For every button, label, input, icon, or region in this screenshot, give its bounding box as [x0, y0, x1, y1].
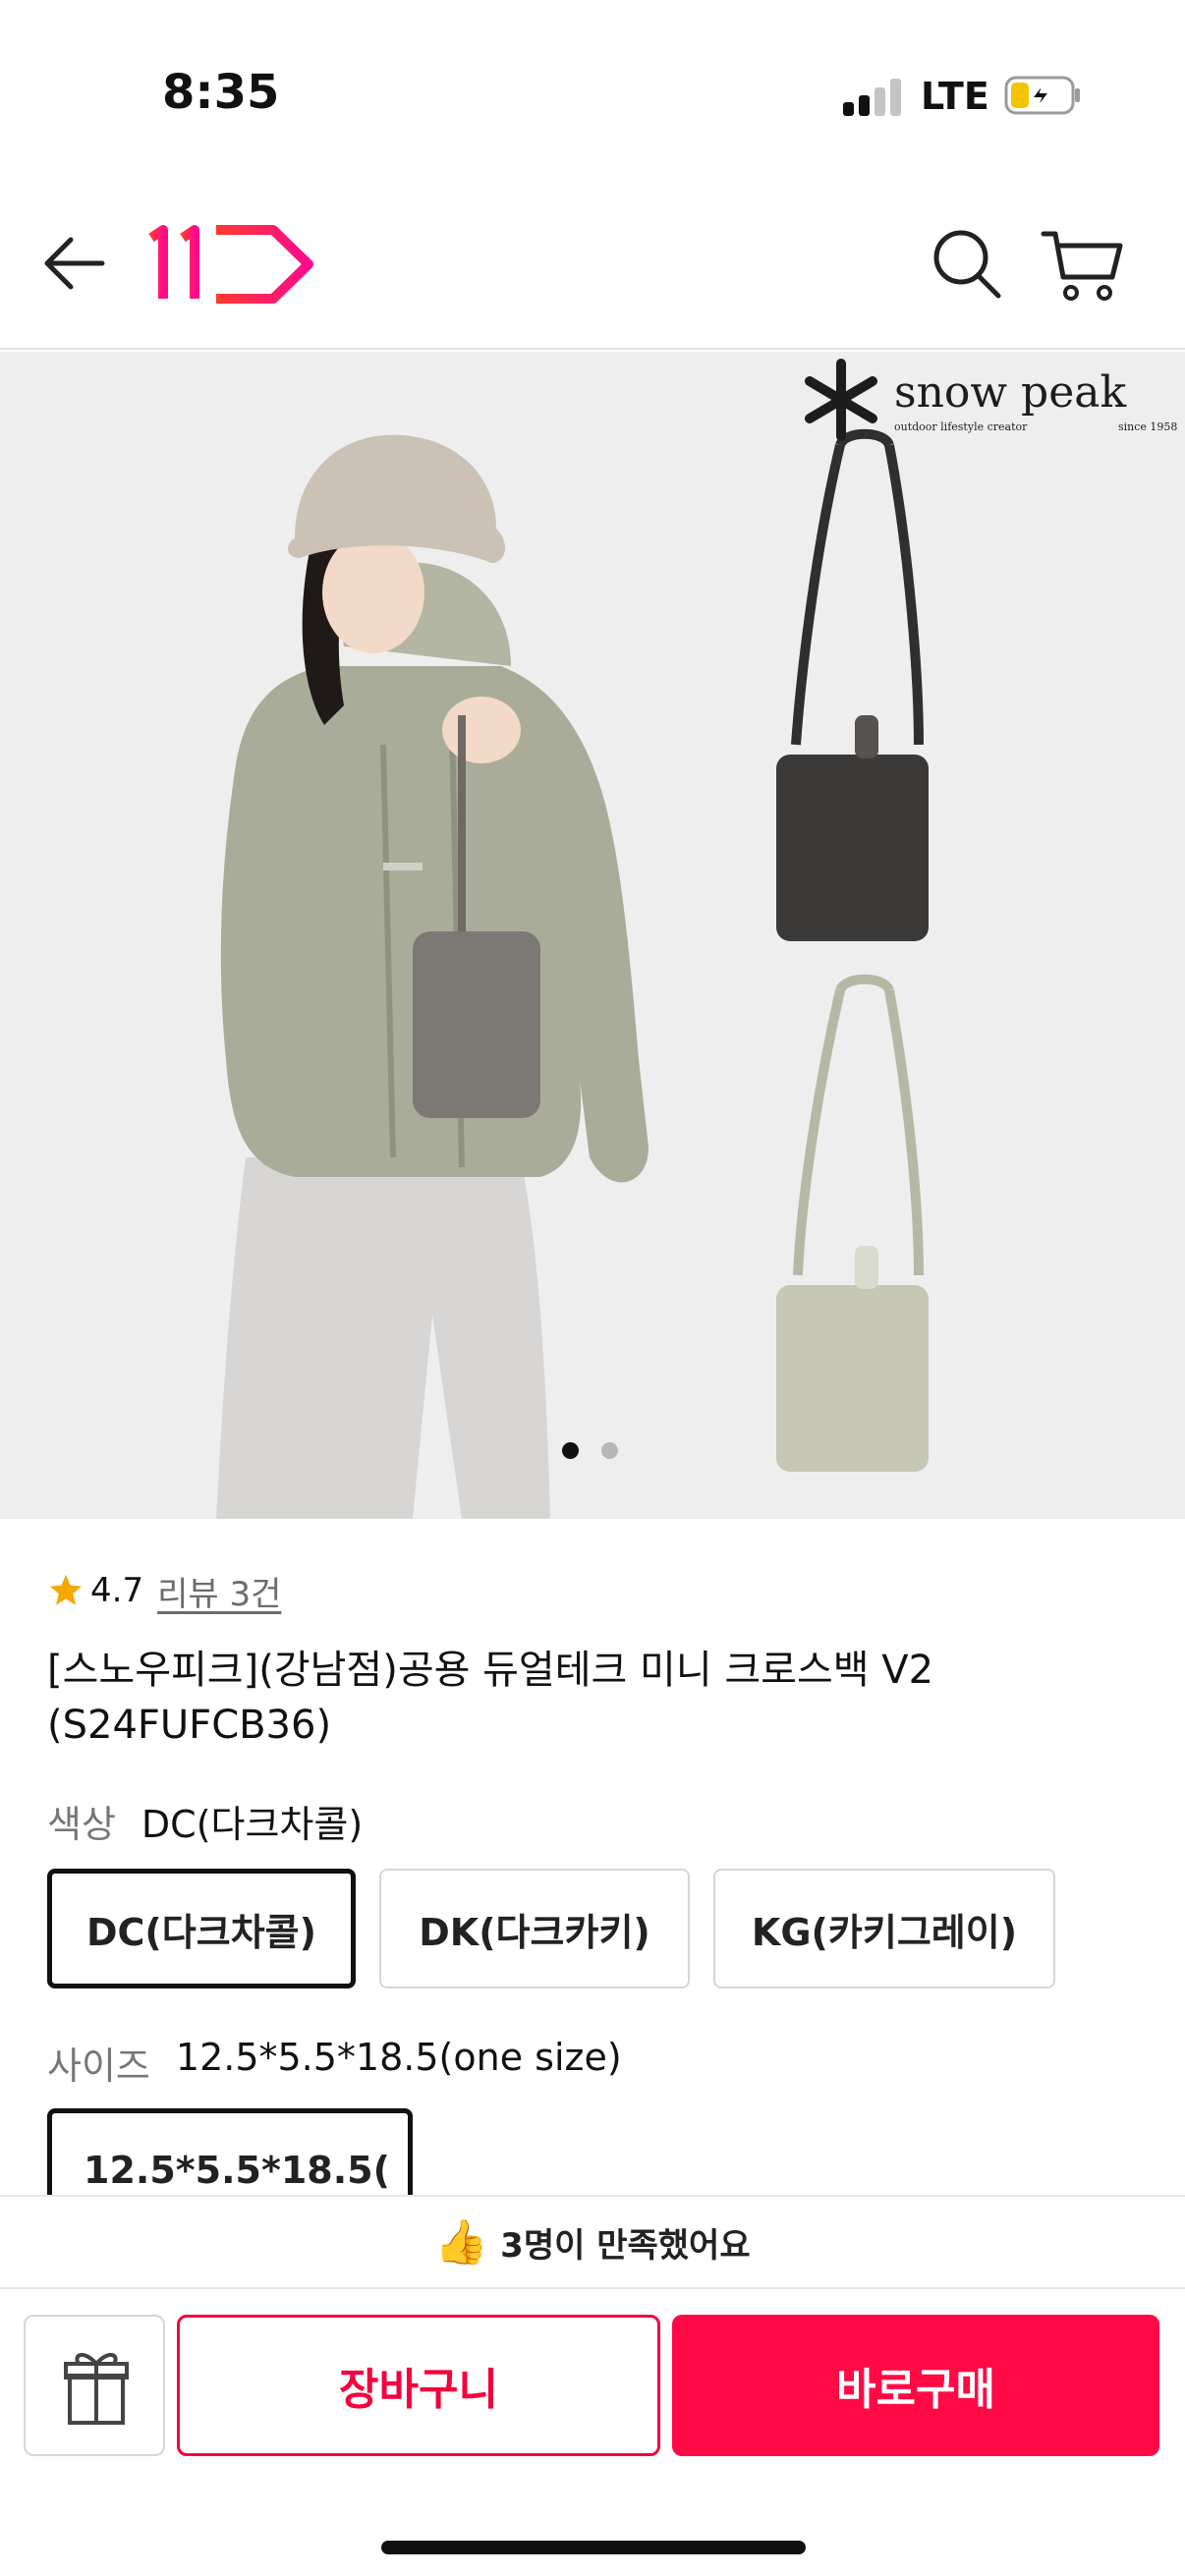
color-option-row: 색상 DC(다크차콜)	[47, 1794, 363, 1848]
status-bar: 8:35 LTE	[0, 0, 1185, 187]
carousel-indicator	[562, 1440, 631, 1460]
carousel-dot[interactable]	[601, 1442, 618, 1459]
star-icon	[49, 1574, 83, 1605]
product-photo	[216, 428, 929, 1519]
satisfaction-text: 3명이 만족했어요	[500, 2225, 751, 2266]
network-type: LTE	[921, 75, 989, 118]
svg-text:outdoor lifestyle creator: outdoor lifestyle creator	[894, 420, 1028, 433]
brand-name-text: snow peak	[894, 367, 1126, 418]
size-option-wrapper: 12.5*5.5*18.5(	[47, 2108, 413, 2195]
size-option-row: 사이즈 12.5*5.5*18.5(one size)	[47, 2036, 622, 2090]
color-option-kg[interactable]: KG(카키그레이)	[713, 1869, 1055, 1988]
gift-button[interactable]	[24, 2315, 165, 2456]
buy-now-button[interactable]: 바로구매	[672, 2315, 1159, 2456]
brand-logo: snow peak outdoor lifestyle creator sinc…	[794, 356, 1177, 444]
add-to-cart-button[interactable]: 장바구니	[177, 2315, 660, 2456]
battery-icon	[1004, 76, 1080, 115]
product-image[interactable]: snow peak outdoor lifestyle creator sinc…	[0, 352, 1185, 1519]
product-title: [스노우피크](강남점)공용 듀얼테크 미니 크로스백 V2 (S24FUFCB…	[47, 1648, 934, 1748]
size-selected-value: 12.5*5.5*18.5(one size)	[175, 2036, 622, 2079]
cart-icon[interactable]	[1040, 224, 1124, 303]
satisfaction-banner: 👍 3명이 만족했어요	[0, 2197, 1185, 2289]
size-label: 사이즈	[47, 2044, 150, 2088]
snowflake-icon: snow peak outdoor lifestyle creator sinc…	[805, 359, 1177, 441]
bottom-action-panel: 👍 3명이 만족했어요 장바구니 바로구매	[0, 2195, 1185, 2576]
back-arrow-icon[interactable]	[39, 226, 114, 301]
thumbs-up-icon: 👍	[434, 2217, 489, 2268]
signal-icon	[843, 77, 902, 116]
eleven-street-logo[interactable]	[147, 220, 319, 308]
rating-value: 4.7	[90, 1571, 144, 1610]
color-selected-value: DC(다크차콜)	[141, 1803, 364, 1846]
svg-text:since 1958: since 1958	[1118, 420, 1177, 433]
color-option-dk[interactable]: DK(다크카키)	[379, 1869, 690, 1988]
size-option-button[interactable]: 12.5*5.5*18.5(	[47, 2108, 413, 2195]
review-count-link[interactable]: 리뷰 3건	[157, 1567, 281, 1615]
color-label: 색상	[47, 1803, 116, 1846]
color-option-dc[interactable]: DC(다크차콜)	[47, 1869, 356, 1988]
gift-icon	[64, 2353, 129, 2425]
search-icon[interactable]	[930, 224, 1004, 303]
app-header	[0, 187, 1185, 350]
rating-row: 4.7 리뷰 3건	[47, 1566, 281, 1615]
home-indicator[interactable]	[381, 2541, 806, 2554]
carousel-dot-active[interactable]	[562, 1442, 579, 1459]
status-time: 8:35	[162, 65, 280, 120]
